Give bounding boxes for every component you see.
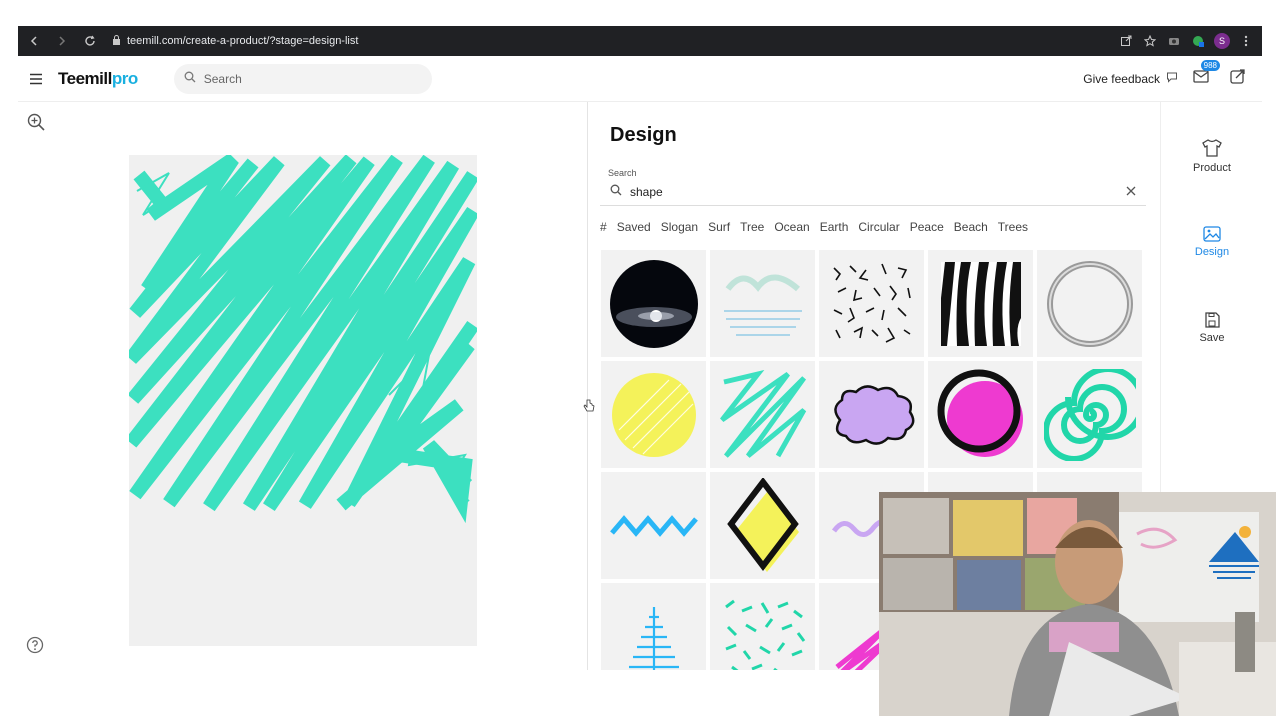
scribble-design bbox=[125, 153, 480, 524]
design-tile-blue-tree[interactable] bbox=[601, 583, 706, 670]
tag-earth[interactable]: Earth bbox=[820, 218, 849, 236]
design-tile-mint-spiral[interactable] bbox=[1037, 361, 1142, 468]
webcam-video-frame bbox=[879, 492, 1276, 716]
mail-icon bbox=[1193, 69, 1209, 88]
give-feedback-button[interactable]: Give feedback bbox=[1083, 71, 1178, 86]
lock-icon bbox=[112, 34, 121, 48]
design-tile-silver-ring[interactable] bbox=[1037, 250, 1142, 357]
teemill-logo[interactable]: Teemillpro bbox=[58, 69, 138, 89]
camera-extension-icon[interactable] bbox=[1166, 33, 1182, 49]
search-icon bbox=[184, 71, 196, 86]
notification-badge: 988 bbox=[1200, 59, 1220, 71]
clear-search-icon[interactable] bbox=[1126, 185, 1136, 199]
design-search-input[interactable]: shape bbox=[630, 185, 663, 199]
tag-peace[interactable]: Peace bbox=[910, 218, 944, 236]
external-link-icon bbox=[1229, 68, 1245, 89]
app-header: Teemillpro Search Give feedback 988 bbox=[18, 56, 1262, 102]
design-tile-mint-scribble[interactable] bbox=[710, 361, 815, 468]
help-icon[interactable] bbox=[26, 636, 44, 659]
sidebar-item-save[interactable]: Save bbox=[1161, 312, 1263, 344]
design-tile-ocean-trees[interactable] bbox=[710, 250, 815, 357]
product-preview[interactable] bbox=[125, 153, 480, 646]
tag-filter-bar: # Saved Slogan Surf Tree Ocean Earth Cir… bbox=[600, 218, 1028, 236]
tag-hash[interactable]: # bbox=[600, 218, 607, 236]
sidebar-item-label: Save bbox=[1199, 332, 1225, 344]
design-tile-mint-confetti[interactable] bbox=[710, 583, 815, 670]
design-tile-moon-circle[interactable] bbox=[601, 250, 706, 357]
sidebar-item-product[interactable]: Product bbox=[1161, 138, 1263, 174]
design-tile-lilac-cloud[interactable] bbox=[819, 361, 924, 468]
feedback-label: Give feedback bbox=[1083, 71, 1160, 86]
design-tile-zebra-stripes[interactable] bbox=[928, 250, 1033, 357]
design-tile-blue-zigzag[interactable] bbox=[601, 472, 706, 579]
menu-icon[interactable] bbox=[18, 61, 54, 97]
design-tile-pink-ring[interactable] bbox=[928, 361, 1033, 468]
panel-title: Design bbox=[610, 124, 677, 146]
logo-text: Teemill bbox=[58, 68, 112, 88]
search-icon bbox=[610, 184, 622, 199]
design-search-field[interactable]: Search shape bbox=[600, 164, 1146, 210]
bookmark-star-icon[interactable] bbox=[1142, 33, 1158, 49]
site-search[interactable]: Search bbox=[173, 63, 432, 94]
design-search-label: Search bbox=[608, 168, 637, 178]
address-bar[interactable]: teemill.com/create-a-product/?stage=desi… bbox=[112, 34, 359, 48]
design-tile-yellow-diamond[interactable] bbox=[710, 472, 815, 579]
design-canvas-area bbox=[18, 102, 587, 670]
webcam-overlay bbox=[879, 492, 1276, 716]
speech-bubble-icon bbox=[1166, 71, 1178, 86]
zoom-in-icon[interactable] bbox=[26, 112, 46, 137]
more-menu-icon[interactable] bbox=[1238, 33, 1254, 49]
profile-avatar[interactable]: S bbox=[1214, 33, 1230, 49]
site-search-placeholder: Search bbox=[203, 71, 242, 86]
logo-pro: pro bbox=[111, 68, 138, 88]
sidebar-item-label: Product bbox=[1193, 162, 1231, 174]
reload-icon[interactable] bbox=[78, 29, 102, 53]
browser-toolbar: teemill.com/create-a-product/?stage=desi… bbox=[18, 26, 1262, 56]
tag-ocean[interactable]: Ocean bbox=[774, 218, 809, 236]
notifications-button[interactable]: 988 bbox=[1188, 59, 1220, 92]
save-disk-icon bbox=[1161, 312, 1263, 328]
sidebar-item-design[interactable]: Design bbox=[1161, 226, 1263, 258]
hand-cursor-icon bbox=[583, 399, 595, 418]
extension-icon[interactable] bbox=[1190, 33, 1206, 49]
tag-beach[interactable]: Beach bbox=[954, 218, 988, 236]
share-icon[interactable] bbox=[1118, 33, 1134, 49]
tag-slogan[interactable]: Slogan bbox=[661, 218, 698, 236]
tag-surf[interactable]: Surf bbox=[708, 218, 730, 236]
design-tile-yellow-scribble-circle[interactable] bbox=[601, 361, 706, 468]
open-external-button[interactable] bbox=[1224, 66, 1250, 92]
forward-icon[interactable] bbox=[50, 29, 74, 53]
design-tile-squiggle-pattern[interactable] bbox=[819, 250, 924, 357]
panel-divider bbox=[587, 102, 588, 670]
tag-tree[interactable]: Tree bbox=[740, 218, 764, 236]
url-text: teemill.com/create-a-product/?stage=desi… bbox=[127, 35, 359, 47]
sidebar-item-label: Design bbox=[1194, 246, 1230, 258]
tag-saved[interactable]: Saved bbox=[617, 218, 651, 236]
tag-circular[interactable]: Circular bbox=[858, 218, 899, 236]
back-icon[interactable] bbox=[22, 29, 46, 53]
tshirt-icon bbox=[1161, 138, 1263, 158]
image-icon bbox=[1161, 226, 1263, 242]
tag-trees[interactable]: Trees bbox=[998, 218, 1028, 236]
